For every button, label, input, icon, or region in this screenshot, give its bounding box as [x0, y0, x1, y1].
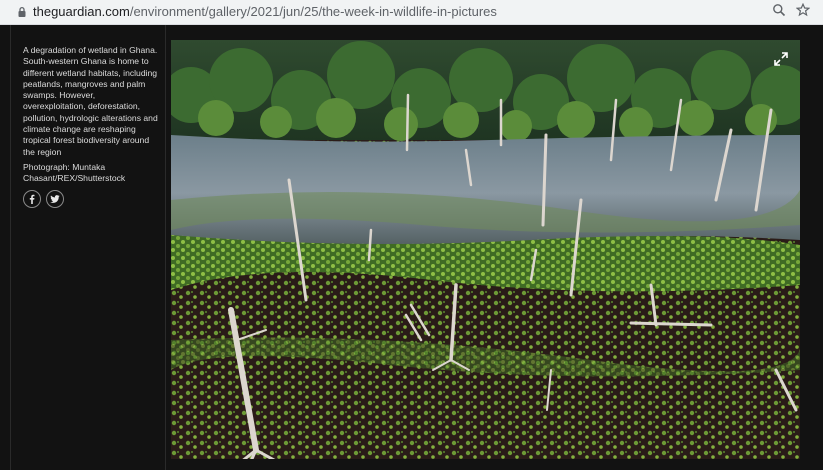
address-bar[interactable]: theguardian.com/environment/gallery/2021… [6, 2, 818, 22]
photo-caption: A degradation of wetland in Ghana. South… [23, 45, 158, 157]
share-twitter-button[interactable] [46, 190, 64, 208]
divider [165, 25, 166, 470]
expand-icon[interactable] [773, 51, 789, 67]
lock-icon[interactable] [16, 6, 28, 18]
url-host: theguardian.com [33, 4, 130, 19]
photo-credit: Photograph: Muntaka Chasant/REX/Shutters… [23, 162, 126, 184]
twitter-icon [50, 195, 60, 203]
divider [10, 25, 11, 470]
share-facebook-button[interactable] [23, 190, 41, 208]
wetland-photo-image [171, 40, 800, 459]
browser-toolbar: theguardian.com/environment/gallery/2021… [0, 0, 823, 25]
url-path: /environment/gallery/2021/jun/25/the-wee… [129, 4, 497, 19]
gallery-photo[interactable] [171, 40, 800, 459]
star-icon[interactable] [796, 3, 810, 17]
facebook-icon [29, 194, 35, 204]
gallery-page: A degradation of wetland in Ghana. South… [0, 25, 823, 470]
zoom-icon[interactable] [772, 3, 786, 17]
url-text[interactable]: theguardian.com/environment/gallery/2021… [33, 5, 497, 19]
